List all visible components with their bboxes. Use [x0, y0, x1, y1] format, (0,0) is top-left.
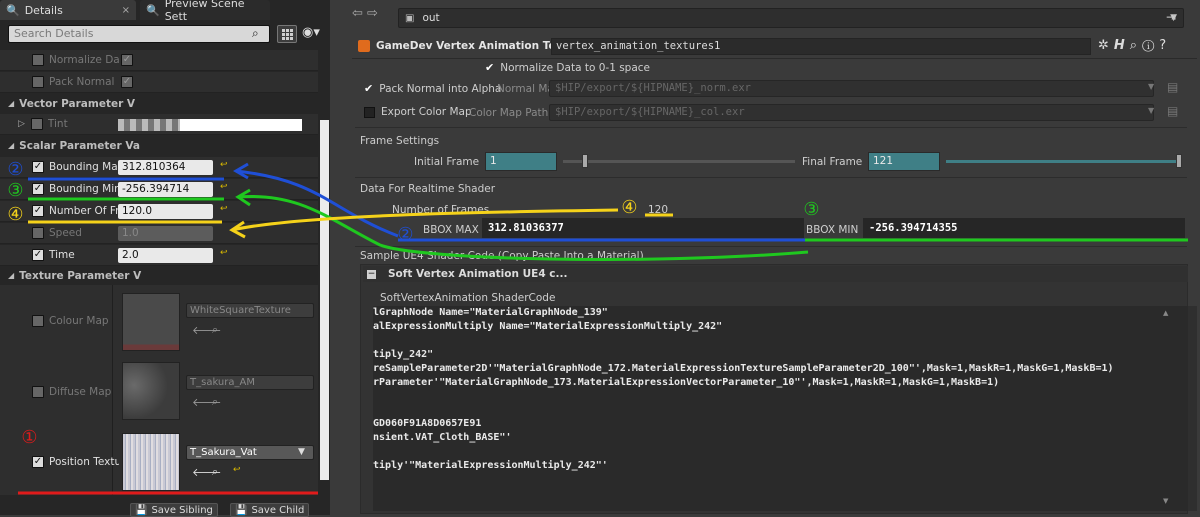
annotation-marker-3: ③ [7, 180, 24, 201]
annotation-marker-1: ① [21, 427, 38, 448]
green-arrow [237, 194, 809, 261]
annotation-marker-3-right: ③ [803, 199, 820, 220]
annotation-marker-2-right: ② [397, 224, 414, 245]
annotation-marker-4-right: ④ [621, 197, 638, 218]
yellow-arrow [231, 208, 619, 232]
annotation-marker-4: ④ [7, 204, 24, 225]
annotation-overlay [18, 162, 1188, 495]
annotation-marker-2: ② [7, 159, 24, 180]
